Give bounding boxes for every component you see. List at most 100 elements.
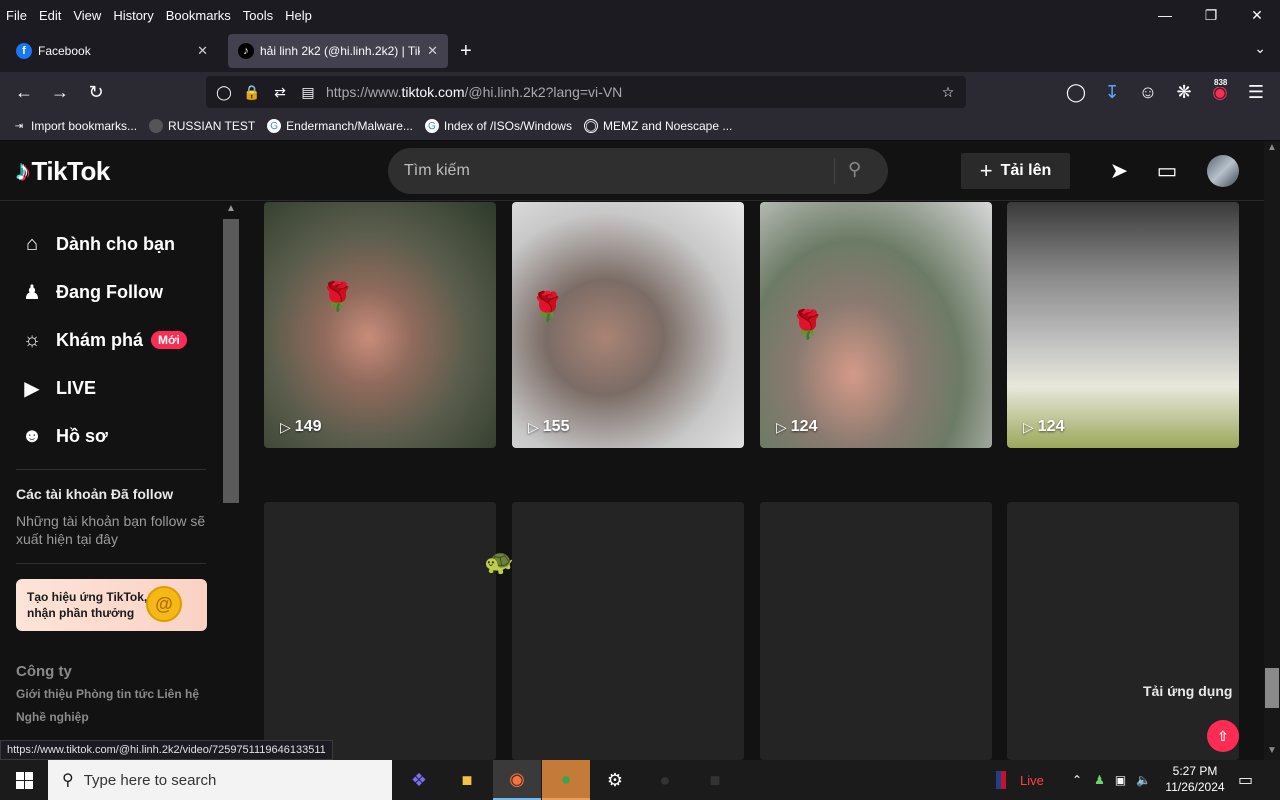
new-tab-button[interactable]: + xyxy=(460,40,472,63)
menu-view[interactable]: View xyxy=(67,8,107,23)
search-icon[interactable]: ⚲ xyxy=(848,159,861,180)
start-button[interactable] xyxy=(0,760,48,800)
permissions-icon[interactable]: ⇄ xyxy=(270,82,290,102)
copilot-icon[interactable]: ❖ xyxy=(395,760,443,800)
search-box[interactable]: Tìm kiếm ⚲ xyxy=(388,148,888,194)
file-explorer-icon[interactable]: ■ xyxy=(443,760,491,800)
browser-menubar: File Edit View History Bookmarks Tools H… xyxy=(0,0,1280,30)
tab-facebook[interactable]: f Facebook ✕ xyxy=(4,34,218,68)
user-icon[interactable]: ♟ xyxy=(1094,773,1105,787)
link-newsroom[interactable]: Phòng tin tức xyxy=(76,687,154,701)
bookmark-import[interactable]: ⇥ Import bookmarks... xyxy=(12,119,137,133)
video-card[interactable]: ▷ 124 xyxy=(1007,202,1239,448)
tiktok-icon: ♪ xyxy=(238,43,254,59)
tab-title: hải linh 2k2 (@hi.linh.2k2) | Tik xyxy=(260,44,420,58)
live-icon: ▶ xyxy=(24,377,40,400)
settings-icon[interactable]: ⚙ xyxy=(591,760,639,800)
link-about[interactable]: Giới thiệu xyxy=(16,687,73,701)
sidebar-item-live[interactable]: ▶ LIVE xyxy=(18,374,96,402)
upload-label: Tải lên xyxy=(1000,162,1052,179)
app-icon[interactable]: ● xyxy=(641,760,689,800)
navigation-bar: ← → ↻ ◯ 🔒 ⇄ ▤ https://www.tiktok.com/@hi… xyxy=(0,72,1280,112)
video-card[interactable]: 🌹 ▷ 124 xyxy=(760,202,992,448)
url-host: tiktok.com xyxy=(401,84,465,100)
get-app-button[interactable]: Tải ứng dụng xyxy=(1143,683,1232,699)
shield-icon[interactable]: ◯ xyxy=(214,82,234,102)
extension-badge: 838 xyxy=(1212,78,1230,87)
back-icon[interactable]: ← xyxy=(12,80,36,104)
lock-icon[interactable]: 🔒 xyxy=(242,82,262,102)
sidebar-scroll-thumb[interactable] xyxy=(223,219,239,503)
minimize-button[interactable]: — xyxy=(1142,0,1188,30)
tiktok-logo[interactable]: ♪ TikTok xyxy=(16,155,110,187)
menu-edit[interactable]: Edit xyxy=(33,8,67,23)
back-to-top-button[interactable]: ⇧ xyxy=(1207,720,1239,752)
frog-app-icon[interactable]: ● xyxy=(542,760,590,800)
home-icon: ⌂ xyxy=(25,232,39,255)
close-tab-icon[interactable]: ✕ xyxy=(197,43,208,59)
link-careers[interactable]: Nghề nghiệp xyxy=(16,710,89,724)
bookmark-memz[interactable]: ◯ MEMZ and Noescape ... xyxy=(583,119,732,133)
app-icon[interactable]: ■ xyxy=(691,760,739,800)
notifications-icon[interactable]: ▭ xyxy=(1238,760,1253,800)
effect-creator-banner[interactable]: Tạo hiệu ứng TikTok, nhận phần thưởng @ xyxy=(16,579,207,631)
url-bar[interactable]: ◯ 🔒 ⇄ ▤ https://www.tiktok.com/@hi.linh.… xyxy=(206,76,966,108)
nba-live-widget[interactable]: Live xyxy=(996,760,1044,800)
menu-history[interactable]: History xyxy=(107,8,159,23)
video-card[interactable]: 🌹 ▷ 149 xyxy=(264,202,496,448)
reload-icon[interactable]: ↻ xyxy=(84,80,108,104)
network-icon[interactable]: ▣ xyxy=(1115,773,1126,787)
firefox-icon[interactable]: ◉ xyxy=(493,760,541,800)
bookmark-label: RUSSIAN TEST xyxy=(168,119,256,133)
sidebar-divider xyxy=(16,563,206,564)
bookmark-star-icon[interactable]: ☆ xyxy=(938,82,958,102)
inbox-icon[interactable]: ▭ xyxy=(1153,157,1181,185)
sidebar-item-label: Khám phá xyxy=(56,329,144,350)
link-contact[interactable]: Liên hệ xyxy=(157,687,199,701)
scroll-down-arrow-icon[interactable]: ▼ xyxy=(1267,745,1277,756)
scroll-up-arrow-icon[interactable]: ▲ xyxy=(1267,142,1277,153)
search-input[interactable]: Tìm kiếm xyxy=(404,162,470,180)
sidebar-item-explore[interactable]: ☼ Khám phá Mới xyxy=(18,326,187,354)
play-icon: ▷ xyxy=(776,418,787,435)
pocket-icon[interactable]: ◯ xyxy=(1064,80,1088,104)
forward-icon[interactable]: → xyxy=(48,80,72,104)
video-card[interactable]: 🌹 ▷ 155 xyxy=(512,202,744,448)
close-window-button[interactable]: ✕ xyxy=(1234,0,1280,30)
tab-title: Facebook xyxy=(38,44,91,58)
bookmark-endermanch[interactable]: G Endermanch/Malware... xyxy=(267,119,413,133)
restore-button[interactable]: ❐ xyxy=(1188,0,1234,30)
url-text[interactable]: https://www.tiktok.com/@hi.linh.2k2?lang… xyxy=(326,84,622,100)
taskbar-search[interactable]: ⚲ Type here to search xyxy=(48,760,392,800)
rose-sticker-icon: 🌹 xyxy=(530,291,565,322)
menu-help[interactable]: Help xyxy=(279,8,318,23)
chevron-up-icon[interactable]: ⌃ xyxy=(1072,773,1082,787)
reader-view-icon[interactable]: ▤ xyxy=(298,82,318,102)
taskbar-search-input[interactable]: Type here to search xyxy=(84,772,217,789)
bookmark-isos[interactable]: G Index of /ISOs/Windows xyxy=(424,119,572,133)
sidebar-item-profile[interactable]: ☻ Hồ sơ xyxy=(18,422,108,450)
bookmark-russian-test[interactable]: RUSSIAN TEST xyxy=(149,119,255,133)
extensions-icon[interactable]: ❋ xyxy=(1172,80,1196,104)
menu-hamburger-icon[interactable]: ☰ xyxy=(1244,80,1268,104)
menu-tools[interactable]: Tools xyxy=(237,8,279,23)
upload-button[interactable]: + Tải lên xyxy=(961,153,1070,189)
send-message-icon[interactable]: ➤ xyxy=(1105,157,1133,185)
downloads-icon[interactable]: ↧ xyxy=(1100,80,1124,104)
menu-file[interactable]: File xyxy=(0,8,33,23)
sidebar-item-for-you[interactable]: ⌂ Dành cho bạn xyxy=(18,230,175,258)
close-tab-icon[interactable]: ✕ xyxy=(427,43,438,59)
sidebar-item-following[interactable]: ♟ Đang Follow xyxy=(18,278,163,306)
list-all-tabs-icon[interactable]: ⌄ xyxy=(1254,40,1266,57)
account-icon[interactable]: ☺ xyxy=(1136,80,1160,104)
page-scroll-thumb[interactable] xyxy=(1265,668,1279,708)
avatar[interactable] xyxy=(1207,155,1239,187)
menu-bookmarks[interactable]: Bookmarks xyxy=(160,8,237,23)
scroll-up-arrow-icon[interactable]: ▲ xyxy=(226,203,236,214)
logo-text: TikTok xyxy=(31,155,111,186)
clock[interactable]: 5:27 PM 11/26/2024 xyxy=(1160,763,1230,795)
sidebar-item-label: Hồ sơ xyxy=(56,425,108,446)
tab-tiktok[interactable]: ♪ hải linh 2k2 (@hi.linh.2k2) | Tik ✕ xyxy=(228,34,448,68)
volume-icon[interactable]: 🔈 xyxy=(1136,773,1151,787)
following-heading: Các tài khoản Đã follow xyxy=(16,486,174,502)
